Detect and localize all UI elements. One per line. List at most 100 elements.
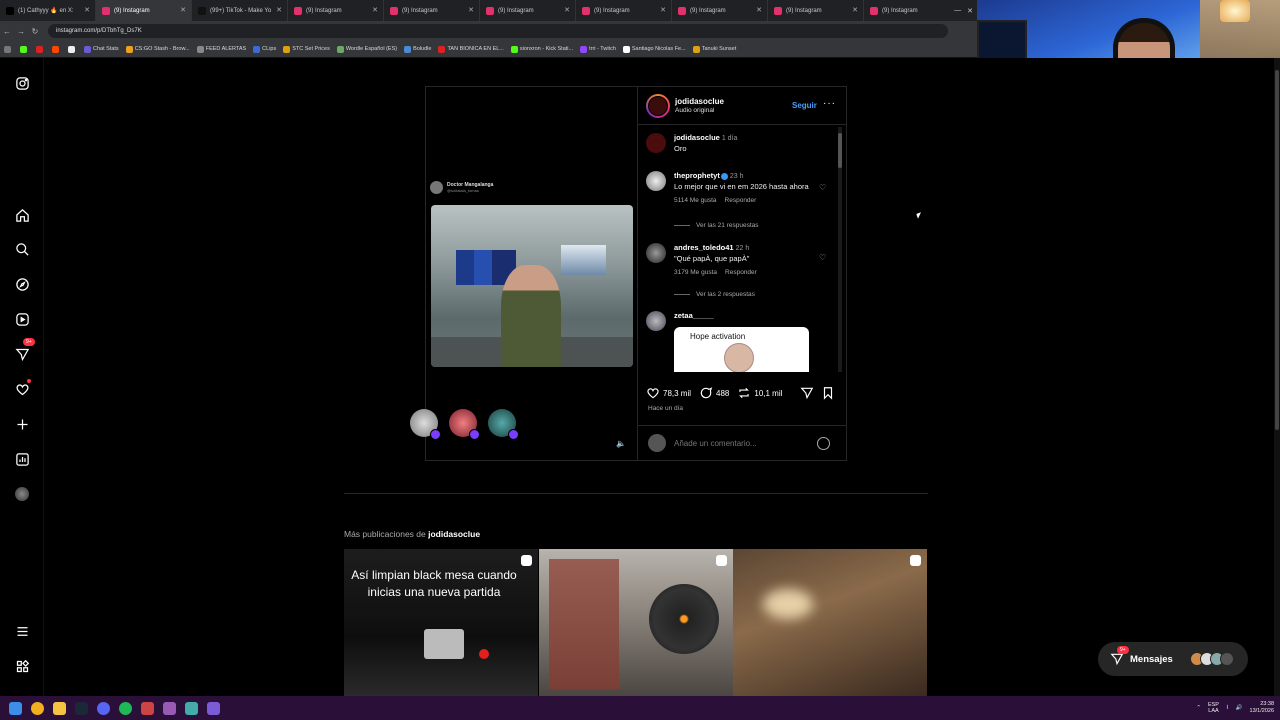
bookmark-item[interactable]: Chat Stats: [84, 45, 119, 53]
bookmark-item[interactable]: sionxron - Kick Stati...: [510, 45, 573, 53]
bookmark-item[interactable]: CS:GO Stash - Brow...: [125, 45, 190, 53]
app-icon-2[interactable]: [185, 701, 198, 715]
browser-tab[interactable]: (9) Instagram ✕: [768, 0, 864, 21]
browser-tab[interactable]: (9) Instagram ✕: [480, 0, 576, 21]
back-icon[interactable]: ←: [0, 27, 14, 36]
instagram-logo-icon[interactable]: [12, 73, 32, 93]
emoji-icon[interactable]: [817, 437, 830, 450]
page-scrollbar-thumb[interactable]: [1275, 70, 1279, 430]
explore-icon[interactable]: [12, 274, 32, 294]
tab-close-icon[interactable]: ✕: [468, 6, 474, 14]
post-audio-label[interactable]: Audio original: [675, 107, 724, 114]
comment-username[interactable]: andres_toledo41: [674, 243, 734, 252]
share-icon[interactable]: [800, 386, 814, 402]
repost-button[interactable]: 10,1 mil: [737, 386, 782, 400]
discord-icon[interactable]: [97, 701, 110, 715]
notifications-heart-icon[interactable]: [12, 379, 32, 399]
tab-close-icon[interactable]: ✕: [372, 6, 378, 14]
tray-chevron-icon[interactable]: ⌃: [1196, 705, 1201, 711]
search-icon[interactable]: [12, 239, 32, 259]
view-replies-button[interactable]: Ver las 2 respuestas: [674, 291, 755, 298]
comment-like-heart-icon[interactable]: ♡: [819, 253, 826, 262]
volume-icon[interactable]: 🔊: [1236, 705, 1243, 711]
clock[interactable]: 23:38 13/1/2026: [1250, 701, 1274, 715]
chrome-icon[interactable]: [31, 701, 44, 715]
browser-tab[interactable]: (9) Instagram ✕: [672, 0, 768, 21]
browser-tab[interactable]: (9) Instagram ✕: [96, 0, 192, 21]
more-post-thumbnail-2[interactable]: [539, 549, 733, 696]
comment-button[interactable]: 488: [699, 386, 729, 400]
follow-button[interactable]: Seguir: [792, 101, 817, 110]
view-replies-button[interactable]: Ver las 21 respuestas: [674, 222, 759, 229]
comment-username[interactable]: zetaa_____: [674, 311, 714, 320]
reload-icon[interactable]: ↻: [28, 27, 42, 36]
browser-tab[interactable]: (9) Instagram ✕: [576, 0, 672, 21]
tab-close-icon[interactable]: ✕: [180, 6, 186, 14]
tab-close-icon[interactable]: ✕: [756, 6, 762, 14]
language-indicator[interactable]: ESP LAA: [1208, 702, 1219, 714]
comment-sticker-image[interactable]: Hope activation: [674, 327, 809, 372]
meta-apps-icon[interactable]: [12, 656, 32, 676]
post-media[interactable]: Doctor Mangalanga @soltalaia_tomas 🔈: [410, 87, 637, 460]
messages-icon[interactable]: 9+: [12, 338, 35, 364]
minimize-icon[interactable]: —: [954, 7, 961, 14]
sound-toggle-icon[interactable]: 🔈: [616, 439, 628, 451]
collaborator-avatar-1[interactable]: [410, 409, 441, 440]
browser-tab[interactable]: (9) Instagram ✕: [384, 0, 480, 21]
comment-avatar[interactable]: [646, 171, 666, 191]
bookmark-icon-4[interactable]: [68, 45, 77, 53]
start-windows-icon[interactable]: [9, 701, 22, 715]
browser-tab[interactable]: (9) Instagram ✕: [288, 0, 384, 21]
tab-close-icon[interactable]: ✕: [660, 6, 666, 14]
browser-tab[interactable]: (1) Cathyyy 🔥 en X: ✕: [0, 0, 96, 21]
close-window-icon[interactable]: ✕: [967, 7, 973, 15]
steam-icon[interactable]: [75, 701, 88, 715]
window-controls[interactable]: — ✕: [930, 0, 977, 21]
post-author-username[interactable]: jodidasoclue: [675, 97, 724, 106]
tab-close-icon[interactable]: ✕: [564, 6, 570, 14]
comment-avatar[interactable]: [646, 243, 666, 263]
comment-likes[interactable]: 3179 Me gusta: [674, 269, 717, 276]
tab-close-icon[interactable]: ✕: [276, 6, 282, 14]
bookmark-icon-2[interactable]: [36, 45, 45, 53]
comment-avatar[interactable]: [646, 133, 666, 153]
create-plus-icon[interactable]: [12, 414, 32, 434]
comment-likes[interactable]: 5114 Me gusta: [674, 197, 717, 204]
url-field[interactable]: instagram.com/p/DTbhTg_Ds7K: [48, 24, 948, 38]
comments-scrollbar[interactable]: [838, 127, 842, 372]
comment-like-heart-icon[interactable]: ♡: [819, 183, 826, 192]
app-icon[interactable]: [163, 701, 176, 715]
apps-icon[interactable]: [4, 45, 13, 53]
spotify-icon[interactable]: [119, 701, 132, 715]
bookmark-item[interactable]: CLips: [253, 45, 276, 53]
reels-icon[interactable]: [12, 309, 32, 329]
save-bookmark-icon[interactable]: [821, 386, 835, 402]
app-icon-3[interactable]: [207, 701, 220, 715]
bookmark-icon-1[interactable]: [20, 45, 29, 53]
browser-tab[interactable]: (99+) TikTok - Make Yo ✕: [192, 0, 288, 21]
comment-username[interactable]: jodidasoclue: [674, 133, 720, 142]
bookmark-icon-3[interactable]: [52, 45, 61, 53]
bookmark-item[interactable]: Santiago Nicolas Fe...: [622, 45, 686, 53]
dashboard-icon[interactable]: [12, 449, 32, 469]
bookmark-item[interactable]: TAN BIONICA EN EL...: [438, 45, 504, 53]
reply-button[interactable]: Responder: [725, 269, 757, 276]
post-author-avatar[interactable]: [646, 93, 670, 118]
bookmark-item[interactable]: trri - Twitch: [580, 45, 616, 53]
more-options-icon[interactable]: ···: [823, 98, 836, 109]
comment-avatar[interactable]: [646, 311, 666, 331]
collaborator-avatar-3[interactable]: [488, 409, 519, 440]
forward-icon[interactable]: →: [14, 27, 28, 36]
reply-button[interactable]: Responder: [725, 197, 757, 204]
file-explorer-icon[interactable]: [53, 701, 66, 715]
home-icon[interactable]: [12, 205, 32, 225]
messages-button[interactable]: 9+ Mensajes: [1098, 642, 1248, 676]
profile-avatar[interactable]: [12, 484, 32, 504]
obs-icon[interactable]: [141, 701, 154, 715]
collaborator-avatar-2[interactable]: [449, 409, 480, 440]
more-posts-user[interactable]: jodidasoclue: [428, 529, 480, 539]
more-post-thumbnail-3[interactable]: [733, 549, 927, 696]
bookmark-item[interactable]: Tanuki Sunset: [692, 45, 736, 53]
bookmark-item[interactable]: Wordle Español (ES): [336, 45, 397, 53]
comment-input[interactable]: [674, 438, 814, 448]
